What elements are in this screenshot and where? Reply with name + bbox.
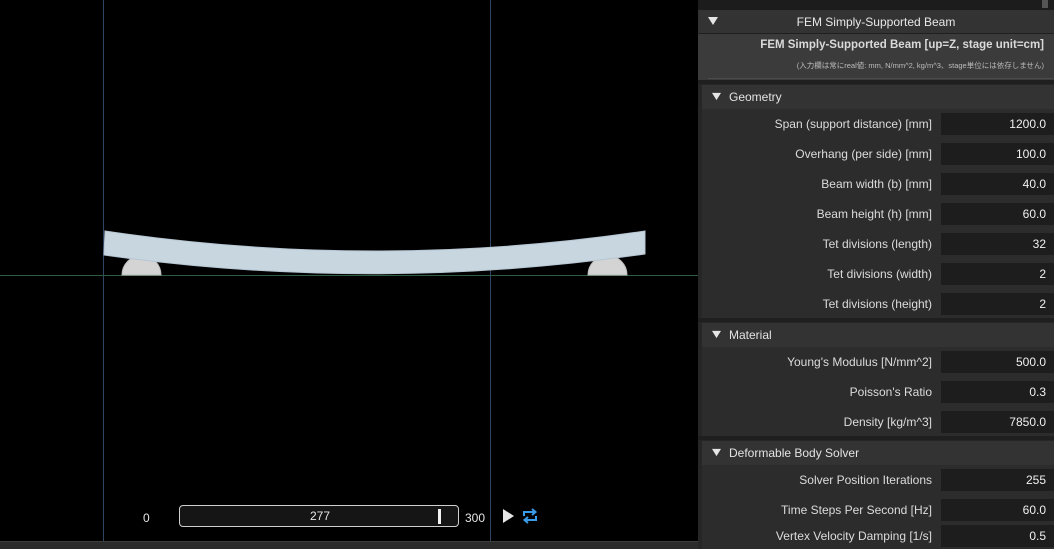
section-geometry: Geometry Span (support distance) [mm] 12…: [702, 85, 1054, 318]
field-row-tet-width: Tet divisions (width) 2: [702, 261, 1054, 287]
tet-height-input[interactable]: 2: [941, 293, 1054, 315]
field-label: Span (support distance) [mm]: [774, 117, 932, 131]
collapse-triangle-icon[interactable]: [712, 448, 721, 457]
tet-width-input[interactable]: 2: [941, 263, 1054, 285]
field-row-tet-height: Tet divisions (height) 2: [702, 291, 1054, 317]
field-row-tet-length: Tet divisions (length) 32: [702, 231, 1054, 257]
section-header-material[interactable]: Material: [702, 323, 1054, 347]
panel-header[interactable]: FEM Simply-Supported Beam: [698, 10, 1054, 34]
field-row-density: Density [kg/m^3] 7850.0: [702, 409, 1054, 435]
field-label: Beam height (h) [mm]: [816, 207, 932, 221]
panel-title: FEM Simply-Supported Beam: [796, 15, 956, 29]
section-label: Geometry: [729, 90, 782, 104]
poissons-ratio-input[interactable]: 0.3: [941, 381, 1054, 403]
panel-top-strip: [698, 0, 1054, 10]
collapse-triangle-icon[interactable]: [712, 330, 721, 339]
field-label: Solver Position Iterations: [799, 473, 932, 487]
field-label: Tet divisions (length): [822, 237, 932, 251]
field-label: Time Steps Per Second [Hz]: [781, 503, 932, 517]
section-gap: [698, 436, 1054, 440]
beam-width-input[interactable]: 40.0: [941, 173, 1054, 195]
field-row-time-steps: Time Steps Per Second [Hz] 60.0: [702, 497, 1054, 523]
section-material: Material Young's Modulus [N/mm^2] 500.0 …: [702, 323, 1054, 436]
field-row-overhang: Overhang (per side) [mm] 100.0: [702, 141, 1054, 167]
field-row-solver-iterations: Solver Position Iterations 255: [702, 467, 1054, 493]
span-input[interactable]: 1200.0: [941, 113, 1054, 135]
section-header-geometry[interactable]: Geometry: [702, 85, 1054, 109]
intro-title: FEM Simply-Supported Beam [up=Z, stage u…: [760, 39, 1044, 51]
section-gap: [698, 318, 1054, 322]
field-row-velocity-damping: Vertex Velocity Damping [1/s] 0.5: [702, 523, 1054, 549]
field-label: Beam width (b) [mm]: [821, 177, 932, 191]
section-label: Deformable Body Solver: [729, 446, 860, 460]
intro-note: (入力欄は常にreal値: mm, N/mm^2, kg/m^3、stage単位…: [796, 61, 1044, 70]
scene-canvas: [103, 230, 646, 276]
field-label: Vertex Velocity Damping [1/s]: [775, 529, 932, 543]
timeline-current-frame: 277: [309, 509, 331, 523]
play-icon: [503, 509, 514, 523]
field-row-span: Span (support distance) [mm] 1200.0: [702, 111, 1054, 137]
divider: [708, 78, 1054, 79]
field-row-poissons-ratio: Poisson's Ratio 0.3: [702, 379, 1054, 405]
section-solver: Deformable Body Solver Solver Position I…: [702, 441, 1054, 549]
field-label: Poisson's Ratio: [849, 385, 932, 399]
field-row-youngs-modulus: Young's Modulus [N/mm^2] 500.0: [702, 349, 1054, 375]
density-input[interactable]: 7850.0: [941, 411, 1054, 433]
loop-icon: [522, 508, 538, 524]
field-label: Overhang (per side) [mm]: [795, 147, 932, 161]
beam[interactable]: [103, 230, 646, 275]
viewport-bottom-edge: [0, 541, 698, 549]
section-gap: [698, 80, 1054, 84]
timeline-end-label: 300: [465, 511, 486, 525]
beam-height-input[interactable]: 60.0: [941, 203, 1054, 225]
field-label: Young's Modulus [N/mm^2]: [787, 355, 932, 369]
section-header-solver[interactable]: Deformable Body Solver: [702, 441, 1054, 465]
youngs-modulus-input[interactable]: 500.0: [941, 351, 1054, 373]
properties-panel: FEM Simply-Supported Beam FEM Simply-Sup…: [698, 0, 1054, 549]
scrollbar[interactable]: [1042, 0, 1048, 8]
field-label: Density [kg/m^3]: [843, 415, 932, 429]
section-label: Material: [729, 328, 772, 342]
viewport[interactable]: 0 277 300: [0, 0, 698, 549]
timeline-start-label: 0: [143, 511, 150, 525]
loop-button[interactable]: [521, 507, 539, 525]
intro-block: FEM Simply-Supported Beam [up=Z, stage u…: [698, 34, 1054, 80]
time-steps-input[interactable]: 60.0: [941, 499, 1054, 521]
play-button[interactable]: [500, 508, 516, 524]
solver-iterations-input[interactable]: 255: [941, 469, 1054, 491]
field-label: Tet divisions (height): [822, 297, 932, 311]
velocity-damping-input[interactable]: 0.5: [941, 525, 1054, 547]
field-label: Tet divisions (width): [827, 267, 932, 281]
tet-length-input[interactable]: 32: [941, 233, 1054, 255]
field-row-beam-height: Beam height (h) [mm] 60.0: [702, 201, 1054, 227]
timeline-playhead[interactable]: [438, 509, 441, 524]
field-row-beam-width: Beam width (b) [mm] 40.0: [702, 171, 1054, 197]
overhang-input[interactable]: 100.0: [941, 143, 1054, 165]
collapse-triangle-icon[interactable]: [712, 92, 721, 101]
timeline-slider[interactable]: 277: [179, 505, 459, 527]
